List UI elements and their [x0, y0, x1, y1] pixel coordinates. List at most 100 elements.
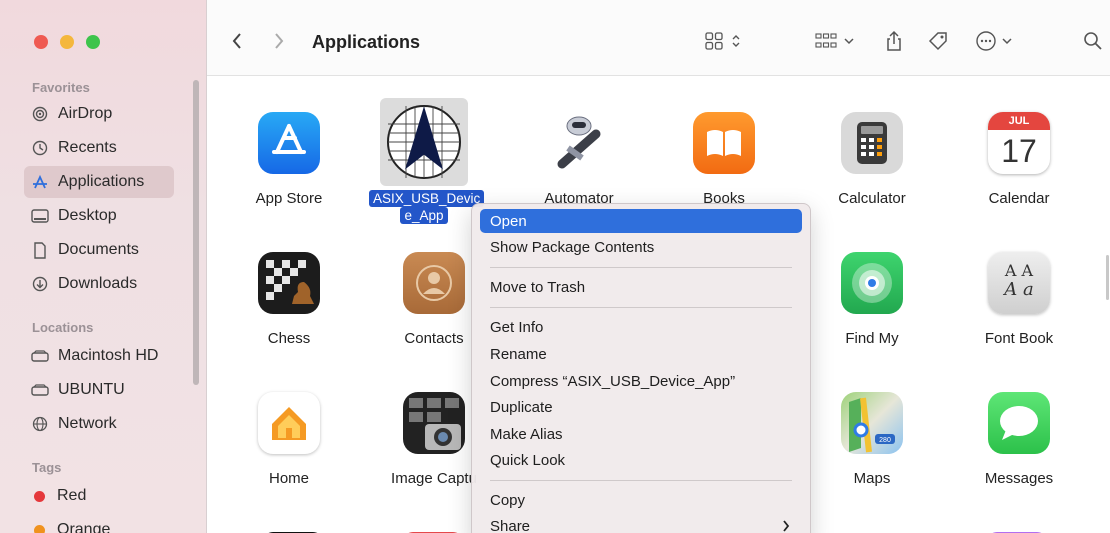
menu-item-rename[interactable]: Rename: [480, 342, 802, 366]
toolbar: Applications: [207, 0, 1110, 76]
network-icon: [30, 414, 50, 434]
updown-chevron-icon: [732, 35, 740, 47]
app-item-maps[interactable]: 280 Maps: [817, 392, 927, 487]
menu-item-quick-look[interactable]: Quick Look: [480, 448, 802, 472]
menu-separator: [490, 307, 792, 308]
app-item-messages[interactable]: Messages: [964, 392, 1074, 487]
sidebar-scrollbar[interactable]: [193, 80, 199, 385]
download-icon: [30, 274, 50, 294]
menu-separator: [490, 267, 792, 268]
app-item-calendar[interactable]: JUL 17 Calendar: [964, 112, 1074, 207]
menu-item-get-info[interactable]: Get Info: [480, 315, 802, 339]
sidebar-item-recents[interactable]: Recents: [24, 132, 174, 164]
menu-item-move-to-trash[interactable]: Move to Trash: [480, 275, 802, 299]
app-item-home[interactable]: Home: [234, 392, 344, 487]
menu-item-copy[interactable]: Copy: [480, 488, 802, 512]
sidebar-item-label: Documents: [58, 241, 139, 258]
maps-badge: 280: [879, 437, 891, 444]
menu-item-show-package-contents[interactable]: Show Package Contents: [480, 235, 802, 259]
sidebar-item-label: Downloads: [58, 275, 138, 292]
chevron-down-icon: [844, 38, 854, 45]
share-icon: [887, 30, 901, 51]
menu-item-make-alias[interactable]: Make Alias: [480, 422, 802, 446]
drive-icon: [30, 380, 50, 400]
home-icon: [258, 392, 320, 454]
chevron-left-icon: [232, 33, 241, 49]
sidebar-item-label: AirDrop: [58, 105, 113, 122]
sidebar-item-airdrop[interactable]: AirDrop: [24, 98, 174, 130]
content-scrollbar[interactable]: [1106, 255, 1109, 300]
sidebar-item-tag-orange[interactable]: Orange: [24, 514, 174, 533]
menu-item-compress[interactable]: Compress “ASIX_USB_Device_App”: [480, 369, 802, 393]
sidebar-item-label: Red: [57, 487, 87, 504]
tag-button[interactable]: [927, 28, 949, 54]
calculator-icon: [841, 112, 903, 174]
sidebar-item-documents[interactable]: Documents: [24, 234, 174, 266]
drive-icon: [30, 346, 50, 366]
app-label: Home: [268, 470, 309, 487]
sidebar-item-macintosh-hd[interactable]: Macintosh HD: [24, 340, 174, 372]
finder-window: Favorites AirDrop Recents Applications D…: [0, 0, 1110, 533]
search-button[interactable]: [1083, 28, 1103, 54]
app-label-line1: ASIX_USB_Devic: [369, 190, 485, 207]
airdrop-icon: [30, 104, 50, 124]
sidebar-item-label: Macintosh HD: [58, 347, 159, 364]
sidebar: Favorites AirDrop Recents Applications D…: [0, 0, 207, 533]
forward-button[interactable]: [273, 28, 285, 54]
app-item-app-store[interactable]: App Store: [234, 112, 344, 207]
sidebar-item-network[interactable]: Network: [24, 408, 174, 440]
sidebar-item-downloads[interactable]: Downloads: [24, 268, 174, 300]
menu-item-share[interactable]: Share: [480, 514, 802, 533]
more-actions-button[interactable]: [975, 28, 1013, 54]
app-label: Calendar: [988, 190, 1050, 207]
app-label: Font Book: [984, 330, 1054, 347]
sidebar-item-desktop[interactable]: Desktop: [24, 200, 174, 232]
close-window-button[interactable]: [34, 35, 48, 49]
automator-robot-icon: [548, 112, 610, 174]
search-icon: [1084, 32, 1102, 50]
calendar-day: 17: [1001, 133, 1037, 169]
app-item-calculator[interactable]: Calculator: [817, 112, 927, 207]
share-button[interactable]: [885, 28, 903, 54]
app-item-font-book[interactable]: A A A a Font Book: [964, 252, 1074, 347]
document-icon: [30, 240, 50, 260]
sidebar-item-ubuntu[interactable]: UBUNTU: [24, 374, 174, 406]
app-label-selected: ASIX_USB_Devic e_App: [369, 190, 485, 224]
sidebar-item-tag-red[interactable]: Red: [24, 480, 174, 512]
menu-item-open[interactable]: Open: [480, 209, 802, 233]
applications-icon: [30, 172, 50, 192]
find-my-icon: [841, 252, 903, 314]
app-item-chess[interactable]: Chess: [234, 252, 344, 347]
app-label-line2: e_App: [400, 207, 448, 224]
books-icon: [693, 112, 755, 174]
calendar-icon: JUL 17: [988, 112, 1050, 174]
sidebar-item-label: Applications: [58, 173, 145, 190]
zoom-window-button[interactable]: [86, 35, 100, 49]
sidebar-item-label: Orange: [57, 521, 111, 533]
chevron-down-icon: [1002, 38, 1012, 45]
group-by-button[interactable]: [815, 28, 855, 54]
sidebar-item-applications[interactable]: Applications: [24, 166, 174, 198]
maps-icon: 280: [841, 392, 903, 454]
ellipsis-circle-icon: [976, 31, 996, 51]
context-menu: Open Show Package Contents Move to Trash…: [471, 203, 811, 533]
sidebar-item-label: UBUNTU: [58, 381, 125, 398]
clock-icon: [30, 138, 50, 158]
app-item-find-my[interactable]: Find My: [817, 252, 927, 347]
app-item-asix-usb-device-app[interactable]: ASIX_USB_Devic e_App: [369, 98, 485, 224]
menu-item-duplicate[interactable]: Duplicate: [480, 395, 802, 419]
back-button[interactable]: [231, 28, 243, 54]
messages-icon: [988, 392, 1050, 454]
calendar-month: JUL: [988, 112, 1050, 130]
orange-tag-dot-icon: [34, 524, 45, 533]
font-book-glyphs-bottom: A a: [1004, 279, 1034, 300]
app-item-automator[interactable]: Automator: [524, 112, 634, 207]
chess-icon: [258, 252, 320, 314]
group-grid-icon: [815, 33, 837, 48]
menu-separator: [490, 480, 792, 481]
app-label: Chess: [267, 330, 311, 347]
view-mode-button[interactable]: [704, 28, 742, 54]
minimize-window-button[interactable]: [60, 35, 74, 49]
app-item-books[interactable]: Books: [669, 112, 779, 207]
sidebar-item-label: Recents: [58, 139, 117, 156]
